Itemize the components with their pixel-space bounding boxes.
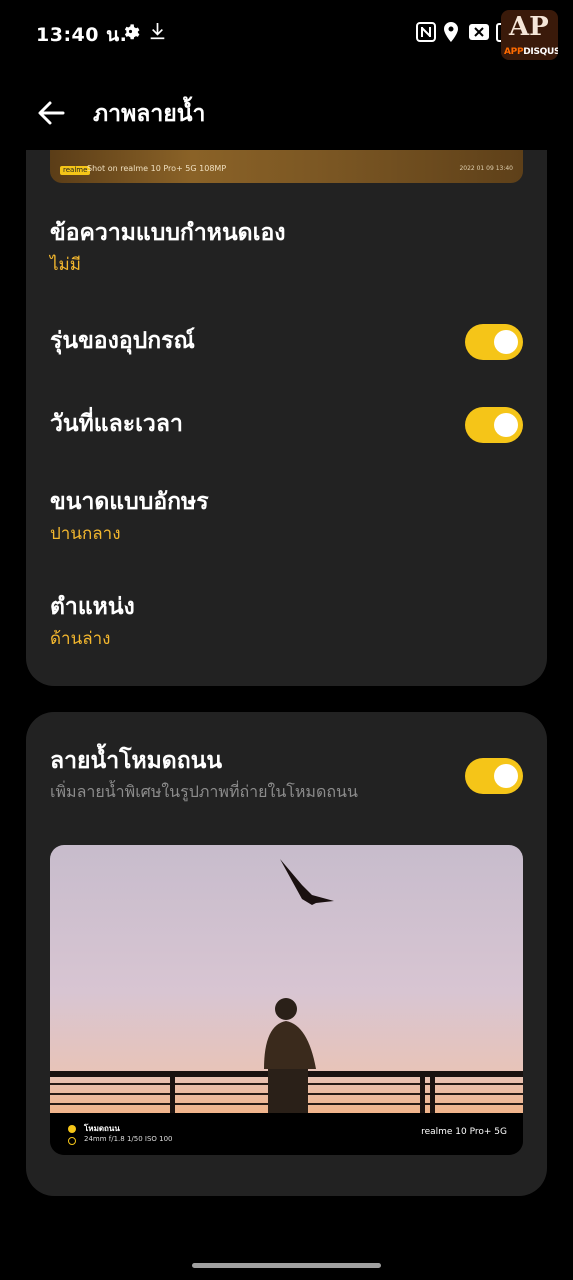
close-box-icon (468, 22, 490, 46)
status-bar: 13:40 น. AP APPDISQUS (0, 0, 573, 70)
street-watermark-bar: โหมดถนน 24mm f/1.8 1/50 ISO 100 realme 1… (50, 1113, 523, 1155)
sunset-silhouette-image (50, 845, 523, 1113)
mode-dot-icon (68, 1125, 76, 1133)
watermark-preview: realme Shot on realme 10 Pro+ 5G 108MP 2… (50, 150, 523, 183)
app-disqus-logo: AP APPDISQUS (501, 10, 558, 60)
watermark-settings-card: realme Shot on realme 10 Pro+ 5G 108MP 2… (26, 150, 547, 686)
font-size-value: ปานกลาง (50, 524, 121, 544)
logo-mark: AP (509, 12, 549, 42)
preview-date: 2022 01 09 13:40 (459, 165, 513, 172)
custom-text-setting[interactable]: ข้อความแบบกำหนดเอง ไม่มี (50, 216, 523, 278)
preview-caption: Shot on realme 10 Pro+ 5G 108MP (87, 164, 227, 173)
custom-text-value: ไม่มี (50, 255, 81, 275)
page-title: ภาพลายน้ำ (93, 101, 206, 127)
logo-text: APPDISQUS (504, 47, 558, 57)
camera-params: 24mm f/1.8 1/50 ISO 100 (84, 1135, 173, 1143)
custom-text-title: ข้อความแบบกำหนดเอง (50, 220, 286, 246)
toggle-knob (494, 413, 518, 437)
street-mode-card: ลายน้ำโหมดถนน เพิ่มลายน้ำพิเศษในรูปภาพที… (26, 712, 547, 1196)
font-size-title: ขนาดแบบอักษร (50, 489, 209, 515)
street-mode-label: โหมดถนน (84, 1124, 120, 1133)
street-mode-subtitle: เพิ่มลายน้ำพิเศษในรูปภาพที่ถ่ายในโหมดถนน (50, 782, 358, 801)
mode-ring-icon (68, 1137, 76, 1145)
street-mode-setting[interactable]: ลายน้ำโหมดถนน เพิ่มลายน้ำพิเศษในรูปภาพที… (50, 744, 523, 804)
app-header: ภาพลายน้ำ (0, 80, 573, 148)
back-button[interactable] (32, 94, 70, 132)
font-size-setting[interactable]: ขนาดแบบอักษร ปานกลาง (50, 485, 523, 547)
toggle-knob (494, 330, 518, 354)
toggle-knob (494, 764, 518, 788)
date-time-toggle[interactable] (465, 407, 523, 443)
location-icon (443, 22, 459, 46)
date-time-title: วันที่และเวลา (50, 411, 183, 437)
street-mode-title: ลายน้ำโหมดถนน (50, 748, 223, 774)
device-model-title: รุ่นของอุปกรณ์ (50, 328, 195, 354)
arrow-left-icon (38, 101, 65, 125)
home-indicator[interactable] (192, 1263, 381, 1268)
preview-brand: realme (60, 166, 91, 175)
position-title: ตำแหน่ง (50, 594, 135, 620)
gear-icon (121, 22, 140, 45)
position-setting[interactable]: ตำแหน่ง ด้านล่าง (50, 590, 523, 652)
device-model-label: realme 10 Pro+ 5G (421, 1127, 507, 1137)
status-time: 13:40 น. (36, 24, 128, 46)
nfc-icon (416, 22, 436, 46)
street-mode-preview-photo: โหมดถนน 24mm f/1.8 1/50 ISO 100 realme 1… (50, 845, 523, 1155)
device-model-toggle[interactable] (465, 324, 523, 360)
date-time-setting[interactable]: วันที่และเวลา (50, 407, 523, 443)
download-icon (149, 22, 166, 45)
device-model-setting[interactable]: รุ่นของอุปกรณ์ (50, 324, 523, 360)
street-mode-toggle[interactable] (465, 758, 523, 794)
position-value: ด้านล่าง (50, 629, 111, 649)
